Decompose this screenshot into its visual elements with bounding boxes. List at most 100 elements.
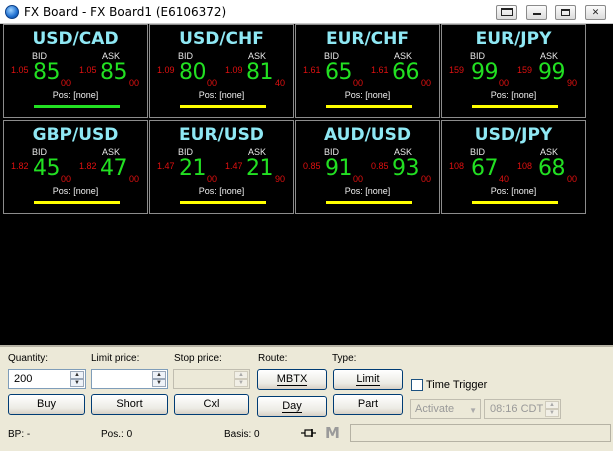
duration-button[interactable]: Day xyxy=(257,396,327,417)
bid-fraction: 00 xyxy=(353,174,364,184)
spin-up-icon[interactable]: ▲ xyxy=(234,371,248,379)
quote-tile-gbp-usd[interactable]: GBP/USD BID ASK 1.82 45 00 1.82 47 00 Pos: [none] xyxy=(3,120,148,214)
currency-pair[interactable]: USD/CAD xyxy=(4,29,147,49)
limit-price-stepper[interactable]: ▲ ▼ xyxy=(91,369,168,389)
spin-up-icon[interactable]: ▲ xyxy=(70,371,84,379)
activate-value: Activate xyxy=(415,403,455,415)
short-button[interactable]: Short xyxy=(91,394,168,415)
route-button[interactable]: MBTX xyxy=(257,369,327,390)
quantity-label: Quantity: xyxy=(8,353,49,364)
quote-tile-eur-chf[interactable]: EUR/CHF BID ASK 1.61 65 00 1.61 66 00 Pos: [none] xyxy=(295,24,440,118)
ask-price[interactable]: 66 xyxy=(392,60,420,85)
bid-prefix: 0.85 xyxy=(303,161,321,171)
minimize-button[interactable] xyxy=(526,5,547,20)
bid-price[interactable]: 85 xyxy=(33,60,61,85)
pin-icon[interactable] xyxy=(301,428,317,438)
quote-tile-aud-usd[interactable]: AUD/USD BID ASK 0.85 91 00 0.85 93 00 Pos: [none] xyxy=(295,120,440,214)
bid-price[interactable]: 45 xyxy=(33,156,61,181)
status-bar xyxy=(472,201,558,204)
bid-price[interactable]: 65 xyxy=(325,60,353,85)
route-label: Route: xyxy=(258,353,288,364)
bid-prefix: 1.82 xyxy=(11,161,29,171)
position-label: Pos: [none] xyxy=(490,90,537,100)
currency-pair[interactable]: USD/JPY xyxy=(442,125,585,145)
bid-fraction: 00 xyxy=(207,78,218,88)
quote-tile-eur-usd[interactable]: EUR/USD BID ASK 1.47 21 00 1.47 21 90 Pos: [none] xyxy=(149,120,294,214)
ask-fraction: 90 xyxy=(275,174,286,184)
quote-tile-usd-cad[interactable]: USD/CAD BID ASK 1.05 85 00 1.05 85 00 Pos: [none] xyxy=(3,24,148,118)
bid-fraction: 00 xyxy=(499,78,510,88)
spin-down-icon[interactable]: ▼ xyxy=(152,379,166,387)
bid-price[interactable]: 91 xyxy=(325,156,353,181)
type-label: Type: xyxy=(332,353,357,364)
ask-price[interactable]: 81 xyxy=(246,60,274,85)
stop-price-label: Stop price: xyxy=(174,353,222,364)
quantity-stepper[interactable]: 200 ▲ ▼ xyxy=(8,369,86,389)
ask-fraction: 00 xyxy=(129,78,140,88)
status-bar xyxy=(326,201,412,204)
spin-up-icon[interactable]: ▲ xyxy=(545,401,559,409)
ask-price[interactable]: 47 xyxy=(100,156,128,181)
part-button[interactable]: Part xyxy=(333,394,403,415)
ask-price[interactable]: 21 xyxy=(246,156,274,181)
m-indicator: M xyxy=(325,424,340,442)
quote-tile-usd-chf[interactable]: USD/CHF BID ASK 1.09 80 00 1.09 81 40 Pos: [none] xyxy=(149,24,294,118)
buy-button[interactable]: Buy xyxy=(8,394,85,415)
currency-pair[interactable]: EUR/USD xyxy=(150,125,293,145)
quantity-value: 200 xyxy=(14,373,33,385)
currency-pair[interactable]: AUD/USD xyxy=(296,125,439,145)
position-label: Pos: [none] xyxy=(490,186,537,196)
type-button[interactable]: Limit xyxy=(333,369,403,390)
ask-price[interactable]: 68 xyxy=(538,156,566,181)
duration-value: Day xyxy=(282,400,302,413)
bid-prefix: 1.09 xyxy=(157,65,175,75)
maximize-button[interactable] xyxy=(555,5,576,20)
ask-prefix: 1.09 xyxy=(225,65,243,75)
basis-status: Basis: 0 xyxy=(224,429,260,440)
currency-pair[interactable]: USD/CHF xyxy=(150,29,293,49)
bid-prefix: 1.61 xyxy=(303,65,321,75)
time-stepper[interactable]: 08:16 CDT ▲ ▼ xyxy=(484,399,561,419)
maximize-icon xyxy=(561,9,570,16)
bid-price[interactable]: 80 xyxy=(179,60,207,85)
currency-pair[interactable]: EUR/CHF xyxy=(296,29,439,49)
position-label: Pos: [none] xyxy=(52,186,99,196)
ask-price[interactable]: 99 xyxy=(538,60,566,85)
currency-pair[interactable]: EUR/JPY xyxy=(442,29,585,49)
quote-tile-eur-jpy[interactable]: EUR/JPY BID ASK 159 99 00 159 99 90 Pos: [none] xyxy=(441,24,586,118)
status-bar xyxy=(34,201,120,204)
time-trigger-checkbox[interactable] xyxy=(411,379,423,391)
fx-board: USD/CAD BID ASK 1.05 85 00 1.05 85 00 Pos: [none]… xyxy=(0,24,613,345)
bid-fraction: 00 xyxy=(353,78,364,88)
bid-prefix: 108 xyxy=(449,161,465,171)
spin-down-icon[interactable]: ▼ xyxy=(234,379,248,387)
close-button[interactable]: ✕ xyxy=(585,5,606,20)
ask-prefix: 1.82 xyxy=(79,161,97,171)
cxl-button[interactable]: Cxl xyxy=(174,394,249,415)
bid-price[interactable]: 99 xyxy=(471,60,499,85)
limit-price-label: Limit price: xyxy=(91,353,140,364)
stop-price-stepper[interactable]: ▲ ▼ xyxy=(173,369,250,389)
route-value: MBTX xyxy=(276,373,308,386)
bid-price[interactable]: 67 xyxy=(471,156,499,181)
close-icon: ✕ xyxy=(591,8,600,18)
ask-fraction: 00 xyxy=(421,174,432,184)
status-bar xyxy=(472,105,558,108)
bid-fraction: 40 xyxy=(499,174,510,184)
ask-prefix: 159 xyxy=(517,65,533,75)
spin-down-icon[interactable]: ▼ xyxy=(70,379,84,387)
currency-pair[interactable]: GBP/USD xyxy=(4,125,147,145)
ask-price[interactable]: 93 xyxy=(392,156,420,181)
quote-tile-usd-jpy[interactable]: USD/JPY BID ASK 108 67 40 108 68 00 Pos: [none] xyxy=(441,120,586,214)
bid-prefix: 1.05 xyxy=(11,65,29,75)
status-bar xyxy=(180,201,266,204)
time-trigger-label: Time Trigger xyxy=(426,379,488,391)
spin-down-icon[interactable]: ▼ xyxy=(545,409,559,417)
bid-price[interactable]: 21 xyxy=(179,156,207,181)
position-label: Pos: [none] xyxy=(198,90,245,100)
activate-select[interactable]: Activate ▼ xyxy=(410,399,481,419)
layout-button[interactable] xyxy=(496,5,517,20)
spin-up-icon[interactable]: ▲ xyxy=(152,371,166,379)
ask-price[interactable]: 85 xyxy=(100,60,128,85)
ask-prefix: 108 xyxy=(517,161,533,171)
